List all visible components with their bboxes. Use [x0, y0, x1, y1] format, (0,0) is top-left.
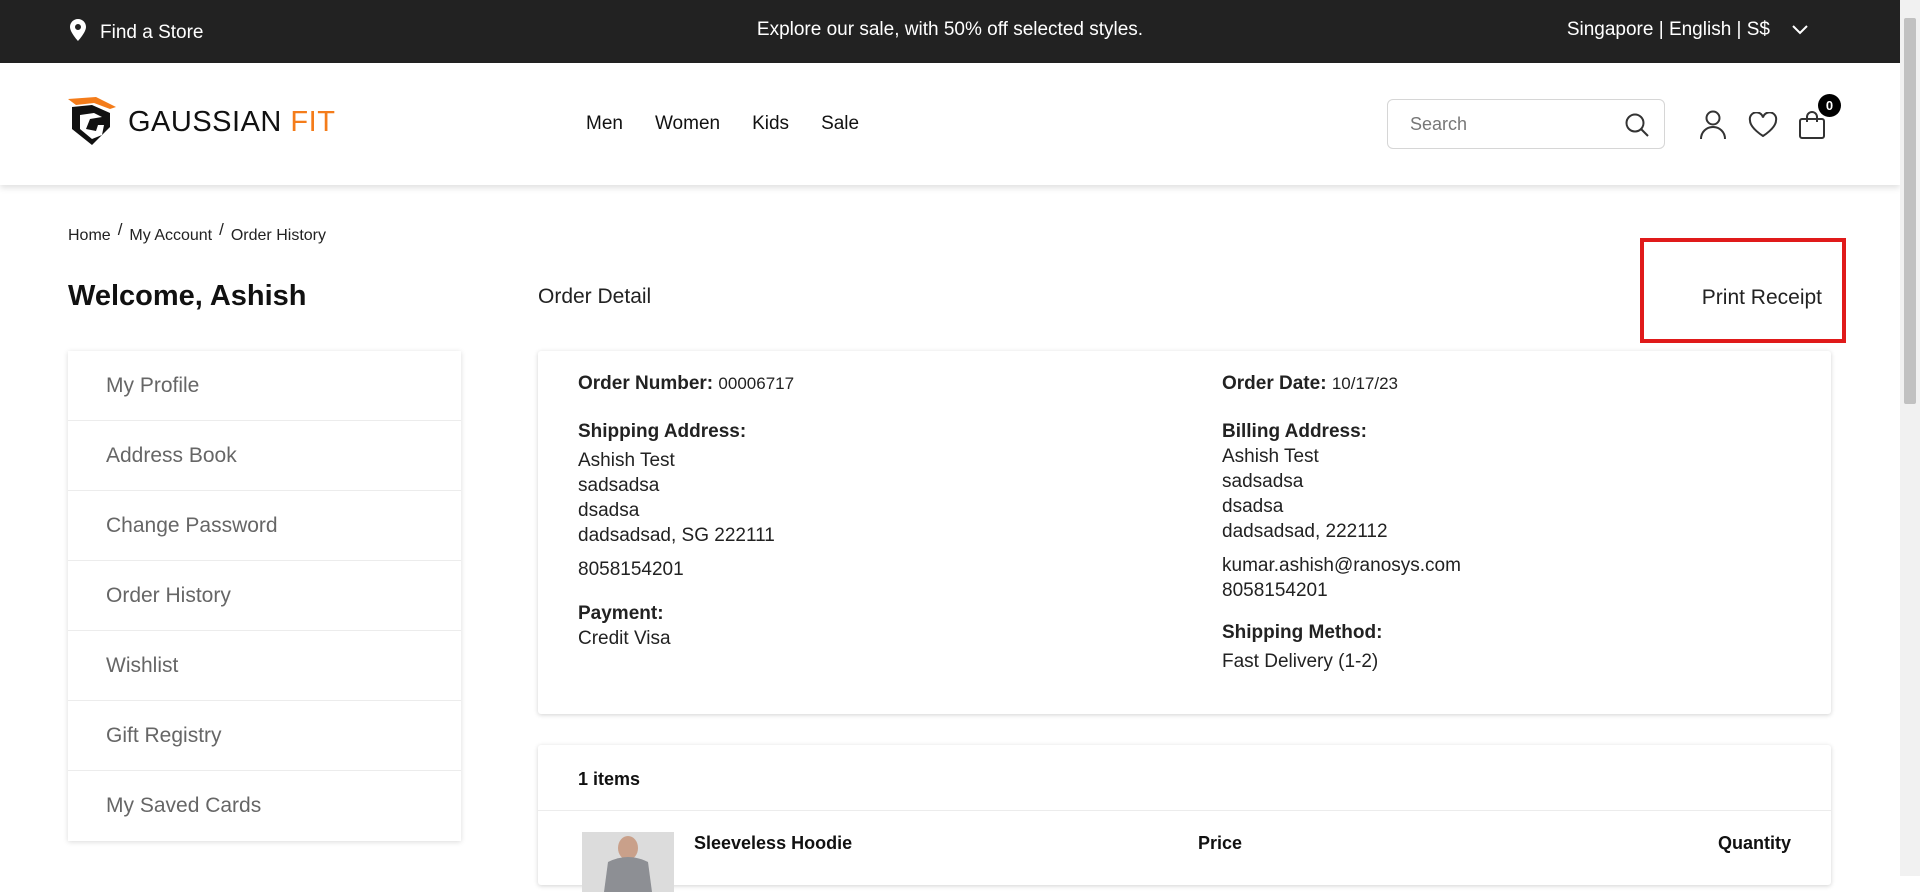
breadcrumb-my-account[interactable]: My Account	[129, 227, 212, 245]
order-detail-title: Order Detail	[538, 285, 652, 308]
wishlist-heart-icon[interactable]	[1748, 111, 1778, 143]
nav-item-sale[interactable]: Sale	[821, 113, 859, 135]
breadcrumb: Home / My Account / Order History	[68, 220, 326, 245]
sidebar-item-address-book[interactable]: Address Book	[68, 421, 461, 491]
cart-bag-icon[interactable]	[1798, 110, 1826, 145]
nav-item-women[interactable]: Women	[655, 113, 720, 135]
search-icon[interactable]	[1624, 112, 1650, 143]
nav-item-kids[interactable]: Kids	[752, 113, 789, 135]
quantity-header: Quantity	[1717, 833, 1791, 853]
brand-wordmark: GAUSSIAN FIT	[128, 105, 336, 138]
welcome-heading: Welcome, Ashish	[68, 280, 307, 312]
locale-selector[interactable]: Singapore | English | S$	[1567, 19, 1808, 41]
shipping-address: Shipping Address: Ashish Test sadsadsa d…	[578, 421, 775, 580]
search-box	[1387, 99, 1665, 149]
main-nav: Men Women Kids Sale	[586, 113, 859, 135]
breadcrumb-separator: /	[219, 220, 224, 239]
brand-logo[interactable]: GAUSSIAN FIT	[66, 95, 335, 149]
payment-info: Payment: Credit Visa	[578, 603, 671, 649]
account-icon[interactable]	[1700, 110, 1726, 145]
account-sidebar: My Profile Address Book Change Password …	[68, 351, 461, 841]
price-header: Price	[1198, 833, 1243, 853]
order-date: Order Date: 10/17/23	[1222, 373, 1398, 394]
site-header: GAUSSIAN FIT Men Women Kids Sale	[0, 63, 1900, 185]
search-input[interactable]	[1408, 113, 1612, 136]
breadcrumb-order-history: Order History	[230, 227, 326, 244]
print-receipt-label: Print Receipt	[1701, 286, 1822, 309]
sidebar-item-order-history[interactable]: Order History	[68, 561, 461, 631]
nav-item-men[interactable]: Men	[586, 113, 623, 135]
divider	[538, 810, 1831, 811]
sidebar-item-change-password[interactable]: Change Password	[68, 491, 461, 561]
sidebar-item-wishlist[interactable]: Wishlist	[68, 631, 461, 701]
chevron-down-icon	[1792, 19, 1808, 41]
print-receipt-button[interactable]: Print Receipt	[1640, 238, 1846, 343]
order-number: Order Number: 00006717	[578, 373, 795, 394]
product-thumbnail[interactable]	[582, 832, 674, 892]
order-detail-card: Order Number: 00006717 Shipping Address:…	[538, 351, 1831, 714]
breadcrumb-home[interactable]: Home	[68, 227, 111, 245]
sidebar-item-my-profile[interactable]: My Profile	[68, 351, 461, 421]
locale-label: Singapore | English | S$	[1566, 19, 1770, 40]
brand-mark-icon	[68, 97, 116, 145]
sidebar-item-saved-cards[interactable]: My Saved Cards	[68, 771, 461, 841]
order-items-card: 1 items Sleeveless Hoodie Price Quantity	[538, 745, 1831, 892]
product-name[interactable]: Sleeveless Hoodie	[694, 833, 852, 854]
billing-address: Billing Address: Ashish Test sadsadsa ds…	[1222, 421, 1461, 601]
cart-count-badge: 0	[1818, 94, 1841, 117]
shipping-method: Shipping Method: Fast Delivery (1-2)	[1222, 622, 1383, 672]
breadcrumb-separator: /	[117, 220, 123, 239]
scrollbar-thumb[interactable]	[1904, 18, 1916, 404]
page-scrollbar[interactable]	[1900, 0, 1920, 876]
top-announcement-bar: Find a Store Explore our sale, with 50% …	[0, 0, 1900, 63]
items-count: 1 items	[578, 769, 641, 789]
sidebar-item-gift-registry[interactable]: Gift Registry	[68, 701, 461, 771]
